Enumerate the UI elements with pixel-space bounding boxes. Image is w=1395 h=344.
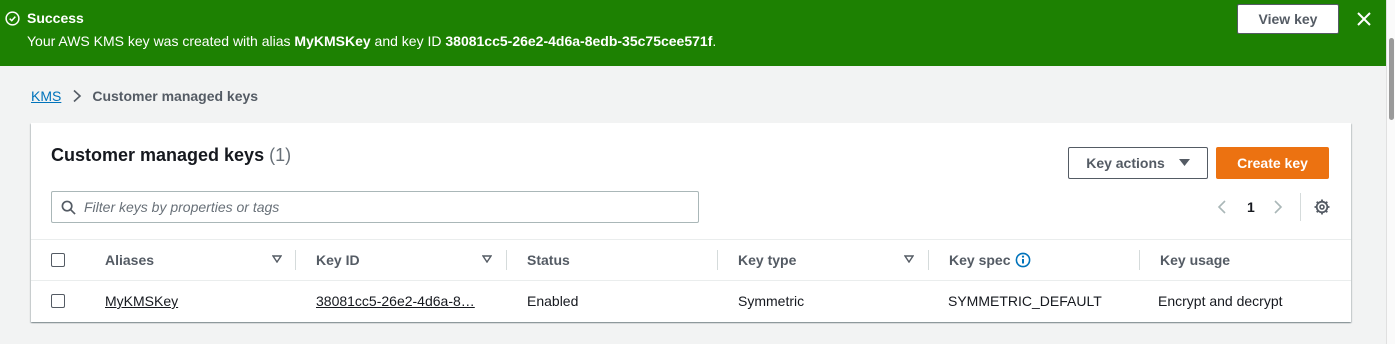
scrollbar-thumb[interactable] (1389, 38, 1394, 120)
key-id-link[interactable]: 38081cc5-26e2-4d6a-8… (316, 281, 475, 321)
sort-caret-icon[interactable] (272, 255, 282, 263)
column-header-status: Status (527, 252, 570, 268)
view-key-button[interactable]: View key (1237, 4, 1339, 34)
column-header-key-spec: Key spec (949, 240, 1031, 280)
keys-count: (1) (269, 145, 292, 165)
filter-keys-field[interactable] (51, 191, 699, 223)
pager-divider (1299, 193, 1301, 221)
sort-caret-icon[interactable] (482, 255, 492, 263)
close-icon[interactable] (1354, 9, 1374, 29)
flash-key-id: 38081cc5-26e2-4d6a-8edb-35c75cee571f (445, 33, 713, 49)
flash-message-prefix: Your AWS KMS key was created with alias (27, 33, 295, 49)
column-divider[interactable] (1139, 250, 1140, 270)
flash-alias: MyKMSKey (294, 33, 371, 49)
key-usage-cell: Encrypt and decrypt (1158, 293, 1283, 309)
table-row: MyKMSKey 38081cc5-26e2-4d6a-8… Enabled S… (31, 281, 1351, 321)
success-flashbar: Success Your AWS KMS key was created wit… (0, 0, 1386, 66)
alias-link[interactable]: MyKMSKey (105, 281, 178, 321)
flash-message: Your AWS KMS key was created with alias … (27, 33, 716, 49)
column-header-key-usage: Key usage (1160, 252, 1231, 268)
column-header-key-type[interactable]: Key type (738, 240, 796, 280)
breadcrumb-current: Customer managed keys (92, 88, 259, 104)
page-title: Customer managed keys (1) (51, 145, 291, 166)
column-divider[interactable] (928, 250, 929, 270)
gear-icon[interactable] (1313, 198, 1331, 216)
key-actions-button[interactable]: Key actions (1068, 147, 1208, 179)
key-spec-label: Key spec (949, 252, 1011, 268)
pagination: 1 (1216, 193, 1331, 221)
title-text: Customer managed keys (51, 145, 265, 165)
key-actions-label: Key actions (1086, 155, 1165, 171)
breadcrumb-kms-link[interactable]: KMS (31, 88, 61, 104)
column-divider[interactable] (295, 250, 296, 270)
row-checkbox-cell (51, 281, 65, 321)
search-icon (61, 200, 76, 215)
key-spec-cell: SYMMETRIC_DEFAULT (948, 293, 1102, 309)
flash-title: Success (27, 10, 84, 26)
breadcrumb: KMS Customer managed keys (31, 88, 258, 104)
table-header: Aliases Key ID Status Key type Key spec … (31, 239, 1351, 281)
chevron-right-icon[interactable] (1272, 199, 1284, 215)
row-checkbox[interactable] (51, 294, 65, 308)
column-divider[interactable] (717, 250, 718, 270)
page-scrollbar[interactable] (1386, 0, 1395, 344)
chevron-left-icon[interactable] (1216, 199, 1228, 215)
page-number[interactable]: 1 (1247, 199, 1255, 215)
info-icon[interactable] (1015, 252, 1031, 268)
status-cell: Enabled (527, 293, 579, 309)
column-header-aliases[interactable]: Aliases (105, 240, 154, 280)
column-divider[interactable] (506, 250, 507, 270)
caret-down-icon (1178, 159, 1190, 166)
header-checkbox-cell (51, 240, 65, 280)
sort-caret-icon[interactable] (904, 255, 914, 263)
key-type-cell: Symmetric (738, 293, 805, 309)
check-circle-icon (5, 11, 20, 26)
keys-table-container: Customer managed keys (1) Key actions Cr… (31, 123, 1351, 322)
create-key-button[interactable]: Create key (1216, 147, 1329, 179)
flash-message-suffix: . (712, 33, 717, 49)
chevron-right-icon (73, 89, 82, 103)
select-all-checkbox[interactable] (51, 253, 65, 267)
column-header-key-id[interactable]: Key ID (316, 240, 360, 280)
filter-input[interactable] (84, 192, 684, 222)
flash-message-middle: and key ID (370, 33, 446, 49)
